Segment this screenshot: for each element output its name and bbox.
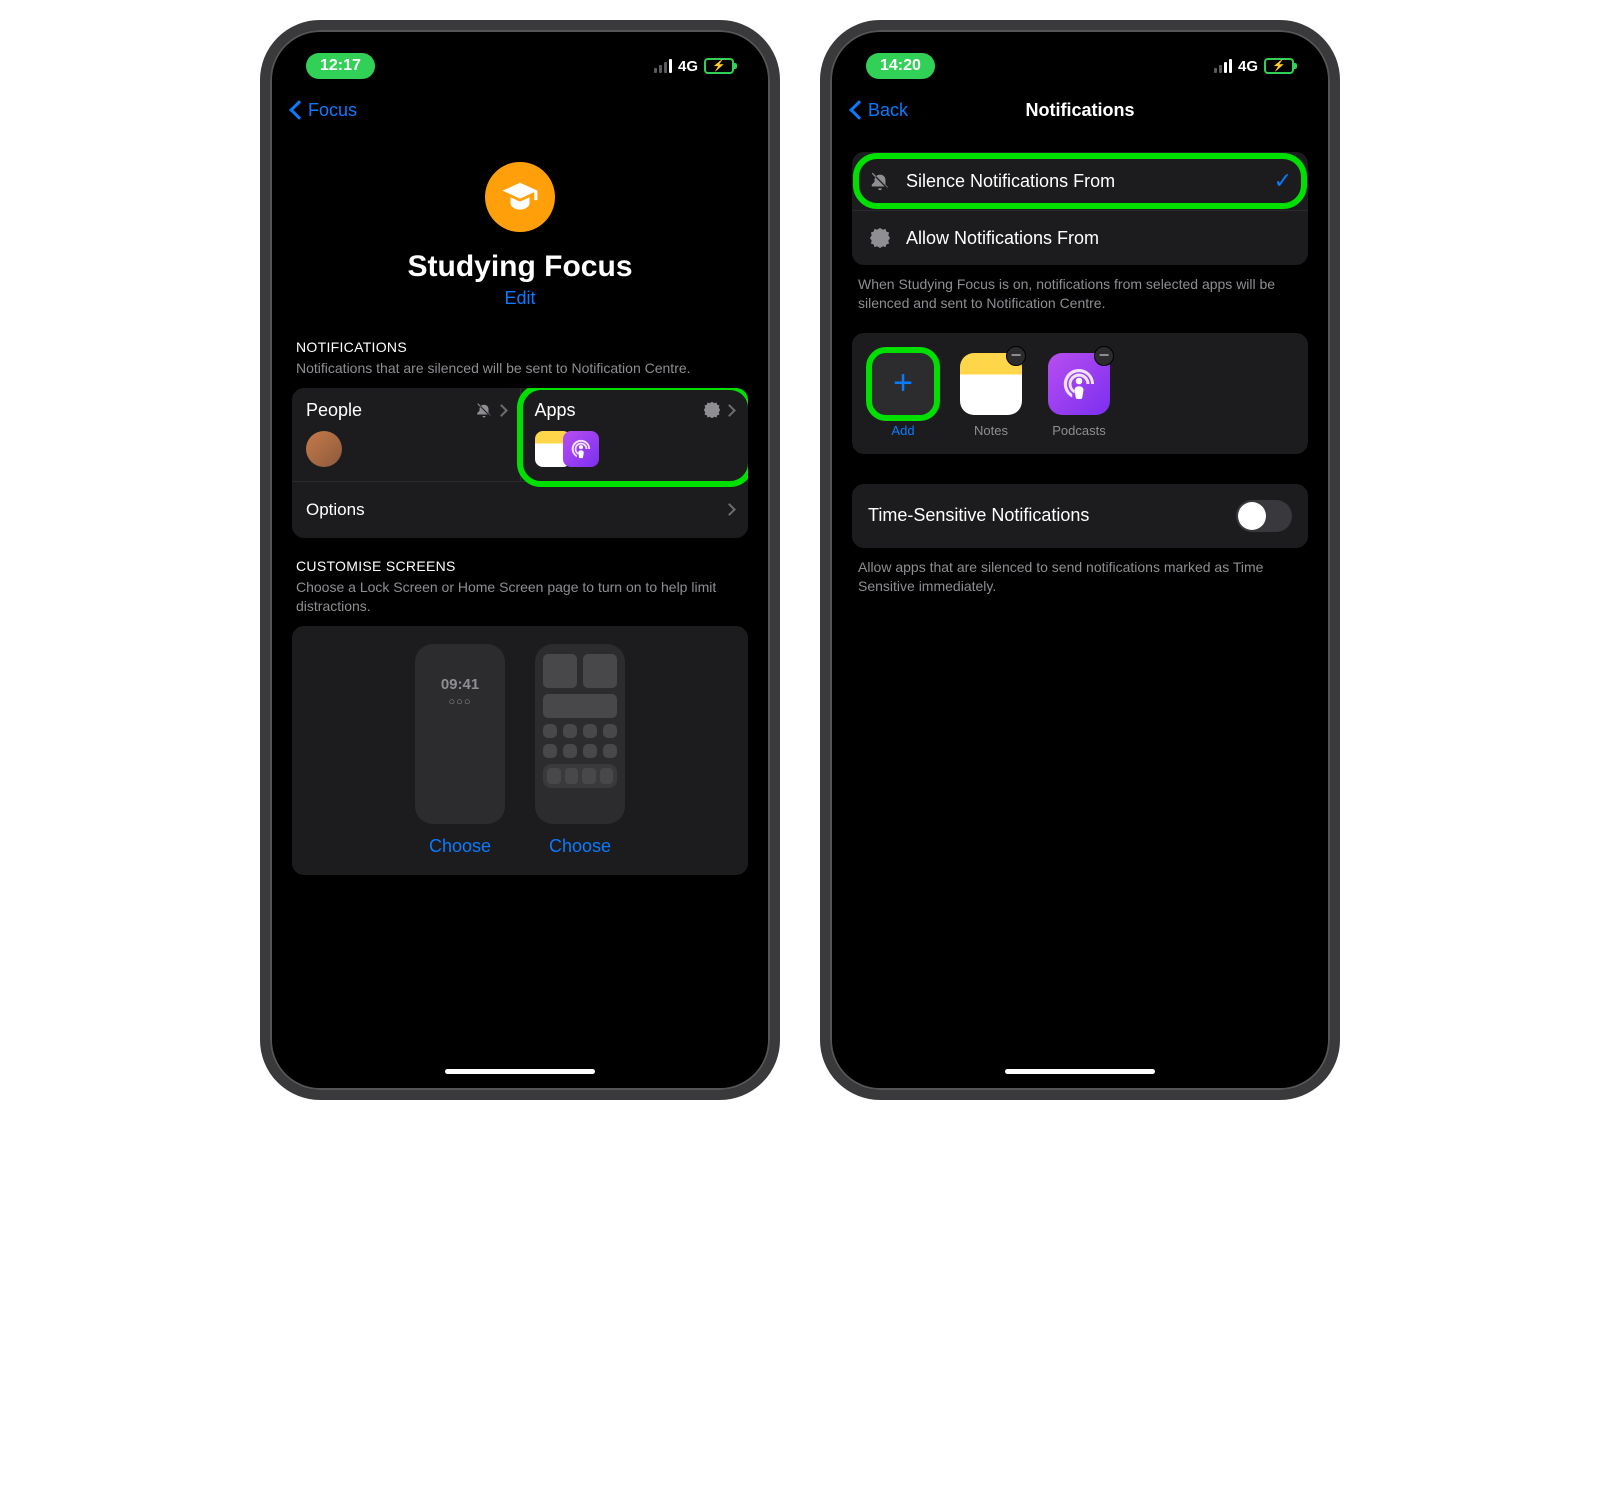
battery-charging-icon [1264, 58, 1294, 74]
lockscreen-preview[interactable] [415, 644, 505, 824]
chevron-left-icon [849, 100, 869, 120]
screens-sub: Choose a Lock Screen or Home Screen page… [292, 574, 748, 626]
dynamic-island [460, 44, 580, 68]
chevron-right-icon [723, 404, 736, 417]
back-button[interactable]: Back [852, 100, 908, 121]
choose-lockscreen-button[interactable]: Choose [429, 836, 491, 857]
chevron-left-icon [289, 100, 309, 120]
choose-homescreen-button[interactable]: Choose [549, 836, 611, 857]
apps-cell[interactable]: Apps [520, 388, 749, 481]
silence-mode-label: Silence Notifications From [906, 171, 1115, 192]
graduation-cap-icon [485, 162, 555, 232]
focus-hero: Studying Focus Edit [292, 132, 748, 319]
signal-icon [1214, 59, 1232, 73]
status-time-pill: 14:20 [866, 53, 935, 79]
phone-frame-right: 14:20 4G Back Notifications Silence Noti [820, 20, 1340, 1100]
allow-mode-label: Allow Notifications From [906, 228, 1099, 249]
edit-button[interactable]: Edit [504, 288, 535, 309]
silence-mode-row[interactable]: Silence Notifications From ✓ [852, 152, 1308, 210]
chevron-right-icon [723, 504, 736, 517]
remove-badge-icon[interactable]: − [1006, 346, 1026, 366]
home-indicator[interactable] [445, 1069, 595, 1074]
time-sensitive-row: Time-Sensitive Notifications [852, 484, 1308, 548]
time-sensitive-sub: Allow apps that are silenced to send not… [852, 548, 1308, 606]
plus-icon: + [893, 364, 913, 403]
people-cell[interactable]: People [292, 388, 520, 481]
remove-badge-icon[interactable]: − [1094, 346, 1114, 366]
check-seal-icon [868, 227, 892, 249]
home-indicator[interactable] [1005, 1069, 1155, 1074]
time-sensitive-toggle[interactable] [1236, 500, 1292, 532]
app-tile-podcasts[interactable]: − Podcasts [1048, 353, 1110, 438]
add-label: Add [891, 423, 914, 438]
checkmark-icon: ✓ [1274, 168, 1292, 194]
signal-icon [654, 59, 672, 73]
contact-avatar [306, 431, 342, 467]
homescreen-preview[interactable] [535, 644, 625, 824]
notifications-header: NOTIFICATIONS [292, 319, 748, 355]
bell-slash-icon [868, 170, 892, 192]
options-label: Options [306, 500, 365, 520]
tile-label: Podcasts [1052, 423, 1105, 438]
modes-sub: When Studying Focus is on, notifications… [852, 265, 1308, 333]
tile-label: Notes [974, 423, 1008, 438]
back-label: Back [868, 100, 908, 121]
back-label: Focus [308, 100, 357, 121]
back-button[interactable]: Focus [292, 100, 357, 121]
screens-header: CUSTOMISE SCREENS [292, 538, 748, 574]
allow-mode-row[interactable]: Allow Notifications From [852, 210, 1308, 265]
status-time-pill: 12:17 [306, 53, 375, 79]
podcasts-app-icon [563, 431, 599, 467]
verified-icon [703, 401, 721, 419]
phone-frame-left: 12:17 4G Focus Studying Focus Edit NOTIF… [260, 20, 780, 1100]
bell-slash-icon [475, 401, 493, 419]
network-label: 4G [1238, 58, 1258, 75]
nav-title: Notifications [838, 100, 1322, 121]
notifications-sub: Notifications that are silenced will be … [292, 355, 748, 388]
dynamic-island [1020, 44, 1140, 68]
time-sensitive-label: Time-Sensitive Notifications [868, 505, 1089, 526]
network-label: 4G [678, 58, 698, 75]
chevron-right-icon [495, 404, 508, 417]
focus-title: Studying Focus [292, 250, 748, 284]
add-app-button[interactable]: + Add [872, 353, 934, 438]
battery-charging-icon [704, 58, 734, 74]
people-label: People [306, 400, 362, 421]
app-tile-notes[interactable]: − Notes [960, 353, 1022, 438]
options-row[interactable]: Options [292, 481, 748, 538]
apps-label: Apps [535, 400, 576, 421]
